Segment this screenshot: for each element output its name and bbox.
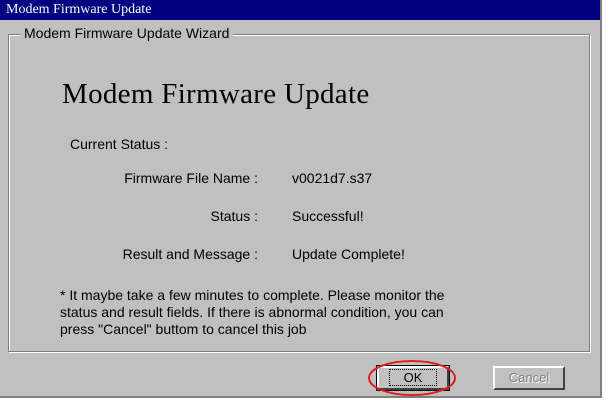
ok-button-label: OK: [388, 369, 438, 386]
window-title: Modem Firmware Update: [6, 2, 152, 17]
title-bar[interactable]: Modem Firmware Update: [0, 0, 600, 20]
result-message-value: Update Complete!: [292, 246, 405, 262]
firmware-file-name-label: Firmware File Name :: [124, 170, 258, 186]
cancel-button-label: Cancel: [508, 370, 550, 385]
wizard-group-label: Modem Firmware Update Wizard: [20, 25, 234, 41]
status-value: Successful!: [292, 208, 364, 224]
note-line: status and result fields. If there is ab…: [60, 304, 444, 320]
ok-button[interactable]: OK: [376, 365, 450, 391]
note-line: press "Cancel" buttom to cancel this job: [60, 321, 307, 337]
current-status-label: Current Status :: [70, 136, 169, 152]
note-line: * It maybe take a few minutes to complet…: [60, 287, 445, 303]
cancel-button[interactable]: Cancel: [493, 366, 565, 390]
firmware-file-name-value: v0021d7.s37: [292, 170, 373, 186]
result-message-label: Result and Message :: [122, 246, 258, 262]
firmware-update-dialog: Modem Firmware Update Modem Firmware Upd…: [0, 0, 602, 398]
page-title: Modem Firmware Update: [62, 78, 370, 110]
instructions-note: * It maybe take a few minutes to complet…: [60, 287, 580, 338]
status-label: Status :: [210, 208, 258, 224]
